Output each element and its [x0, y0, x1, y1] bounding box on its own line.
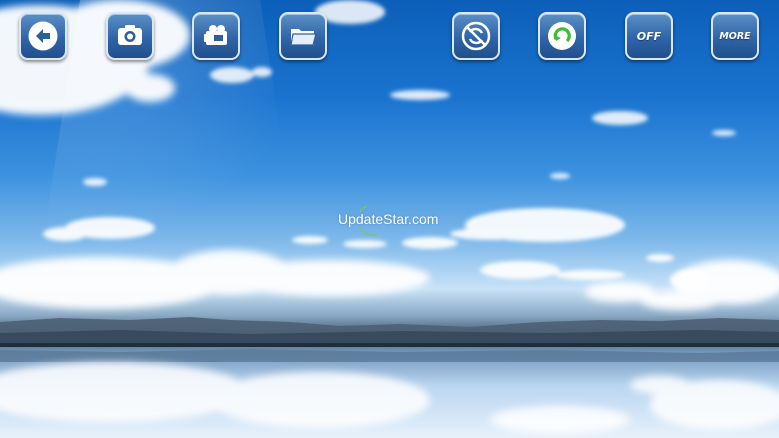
more-button[interactable]: MORE: [711, 12, 759, 60]
back-arrow-icon: [28, 21, 58, 51]
refresh-icon: [548, 22, 576, 50]
rotate-crossed-icon: [461, 21, 491, 51]
video-button[interactable]: [192, 12, 240, 60]
more-button-label: MORE: [719, 30, 751, 42]
top-toolbar: OFF MORE: [0, 0, 779, 70]
folder-icon: [290, 29, 317, 46]
off-button[interactable]: OFF: [625, 12, 673, 60]
refresh-button[interactable]: [538, 12, 586, 60]
rotate-button[interactable]: [452, 12, 500, 60]
off-button-label: OFF: [636, 29, 662, 43]
watermark-text: UpdateStar.com: [338, 211, 439, 227]
camera-icon: [118, 25, 142, 45]
camera-preview-screen: OFF MORE UpdateStar.com: [0, 0, 779, 438]
back-button[interactable]: [19, 12, 67, 60]
video-camera-icon: [204, 25, 227, 45]
camera-button[interactable]: [106, 12, 154, 60]
folder-button[interactable]: [279, 12, 327, 60]
